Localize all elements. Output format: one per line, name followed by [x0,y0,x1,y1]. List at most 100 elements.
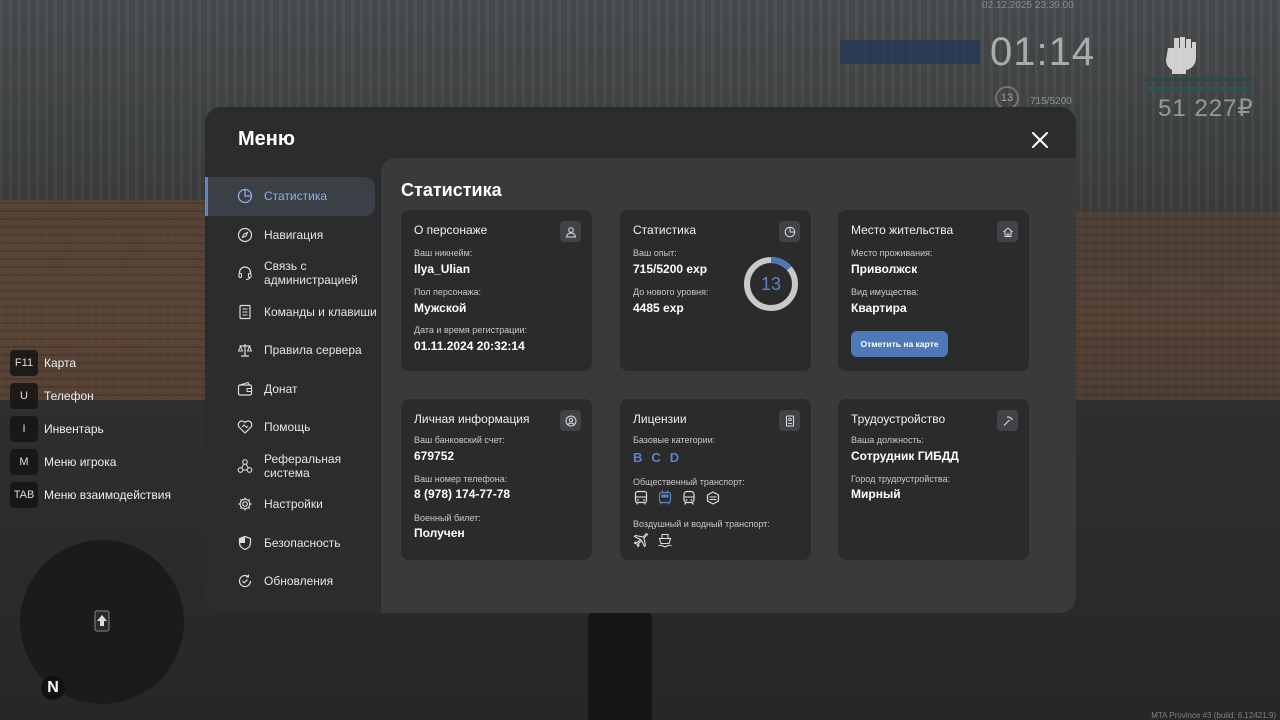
ship-icon [658,533,672,548]
hotkey-map[interactable]: F11 Карта [10,346,171,379]
next-level-value: 4485 exp [633,301,684,315]
card-statistics: Статистика Ваш опыт: 715/5200 exp До нов… [620,210,811,371]
hotkey-phone[interactable]: U Телефон [10,379,171,412]
hotkey-interaction-menu[interactable]: TAB Меню взаимодействия [10,478,171,511]
sidebar-item-referral[interactable]: Реферальная система [205,447,381,486]
nickname-label: Ваш никнейм: [414,248,473,258]
card-licenses: Лицензии Базовые категории: B C D Общест… [620,399,811,560]
trolleybus-icon [658,490,672,505]
residence-place-value: Приволжск [851,262,918,276]
north-indicator: N [41,676,65,700]
sidebar-item-label: Донат [264,381,298,396]
hotkey-key: U [10,382,38,409]
hotkey-player-menu[interactable]: M Меню игрока [10,445,171,478]
fist-icon [1166,37,1196,74]
bus-icon [634,490,648,505]
license-categories: B C D [633,450,679,465]
residence-place-label: Место проживания: [851,248,933,258]
public-transport-label: Общественный транспорт: [633,477,745,487]
sidebar-item-label: Реферальная система [264,451,342,480]
tram-icon [706,491,720,505]
registration-label: Дата и время регистрации: [414,325,527,335]
air-water-transport-icons [633,532,673,548]
license-category: C [651,450,661,465]
pie-chart-icon [237,189,253,204]
exp-label: Ваш опыт: [633,248,677,258]
card-title: Личная информация [414,412,530,426]
close-icon[interactable] [1028,128,1052,152]
network-icon [237,458,253,473]
compass-icon [237,227,253,242]
job-city-label: Город трудоустройства: [851,474,951,484]
hotkey-label: Меню игрока [44,454,117,469]
player-character [588,612,652,720]
sidebar-item-label: Обновления [264,574,334,589]
pie-chart-icon [779,221,800,242]
hud-money: 51 227₽ [1158,95,1254,122]
next-level-label: До нового уровня: [633,287,709,297]
bank-account-label: Ваш банковский счет: [414,435,505,445]
sidebar-item-updates[interactable]: Обновления [205,562,381,601]
level-number: 13 [760,274,782,294]
sidebar-item-settings[interactable]: Настройки [205,485,381,524]
nickname-value: Ilya_Ulian [414,262,471,276]
sidebar: Статистика Навигация Связь с администрац… [205,177,381,601]
sidebar-item-label: Безопасность [264,535,341,550]
hotkey-list: F11 Карта U Телефон I Инвентарь M Меню и… [10,346,171,511]
sidebar-item-label: Настройки [264,497,323,512]
military-id-value: Получен [414,526,465,540]
user-circle-icon [560,410,581,431]
hotkey-key: I [10,415,38,442]
registration-value: 01.11.2024 20:32:14 [414,339,525,353]
sidebar-item-rules[interactable]: Правила сервера [205,331,381,370]
hotkey-inventory[interactable]: I Инвентарь [10,412,171,445]
sidebar-item-statistics[interactable]: Статистика [205,177,375,216]
sidebar-item-donate[interactable]: Донат [205,370,381,409]
card-personal-info: Личная информация Ваш банковский счет: 6… [401,399,592,560]
train-icon [683,490,695,505]
airplane-icon [633,532,649,548]
phone-label: Ваш номер телефона: [414,474,508,484]
base-categories-label: Базовые категории: [633,435,716,445]
job-position-label: Ваша должность: [851,435,924,445]
military-id-label: Военный билет: [414,513,481,523]
card-title: О персонаже [414,223,488,237]
page-title: Статистика [401,180,502,200]
hotkey-label: Меню взаимодействия [44,487,171,502]
sidebar-item-commands[interactable]: Команды и клавиши [205,293,381,332]
sidebar-item-navigation[interactable]: Навигация [205,216,381,255]
card-employment: Трудоустройство Ваша должность: Сотрудни… [838,399,1029,560]
hotkey-key: M [10,448,38,475]
card-title: Трудоустройство [851,412,946,426]
property-type-label: Вид имущества: [851,287,919,297]
wallet-icon [237,381,253,396]
card-character: О персонаже Ваш никнейм: Ilya_Ulian Пол … [401,210,592,371]
license-icon [779,410,800,431]
build-info: MTA Province #3 (build: 6.12421.9) [1151,711,1276,720]
property-type-value: Квартира [851,301,907,315]
menu-window: Меню Статистика Навигация Связь с админи… [205,107,1076,613]
exp-value: 715/5200 exp [633,262,708,276]
sidebar-item-security[interactable]: Безопасность [205,524,381,563]
menu-title: Меню [238,128,295,150]
refresh-check-icon [238,574,252,588]
hotkey-label: Карта [44,355,77,370]
headset-icon [238,266,252,281]
job-city-value: Мирный [851,487,901,501]
card-title: Статистика [633,223,697,237]
player-marker-icon [94,610,110,632]
sidebar-item-admin-contact[interactable]: Связь с администрацией [205,254,381,293]
hotkey-label: Инвентарь [44,421,104,436]
pickaxe-icon [997,410,1018,431]
gender-value: Мужской [414,301,467,315]
sidebar-item-help[interactable]: Помощь [205,408,381,447]
scales-icon [237,344,253,357]
sidebar-item-label: Навигация [264,227,324,242]
hotkey-label: Телефон [44,388,94,403]
license-category: D [669,450,680,465]
hotkey-key: F11 [10,349,38,376]
card-title: Место жительства [851,223,954,237]
sidebar-item-label: Статистика [264,189,328,204]
mark-on-map-button[interactable]: Отметить на карте [851,331,948,357]
phone-value: 8 (978) 174-77-78 [414,487,511,501]
